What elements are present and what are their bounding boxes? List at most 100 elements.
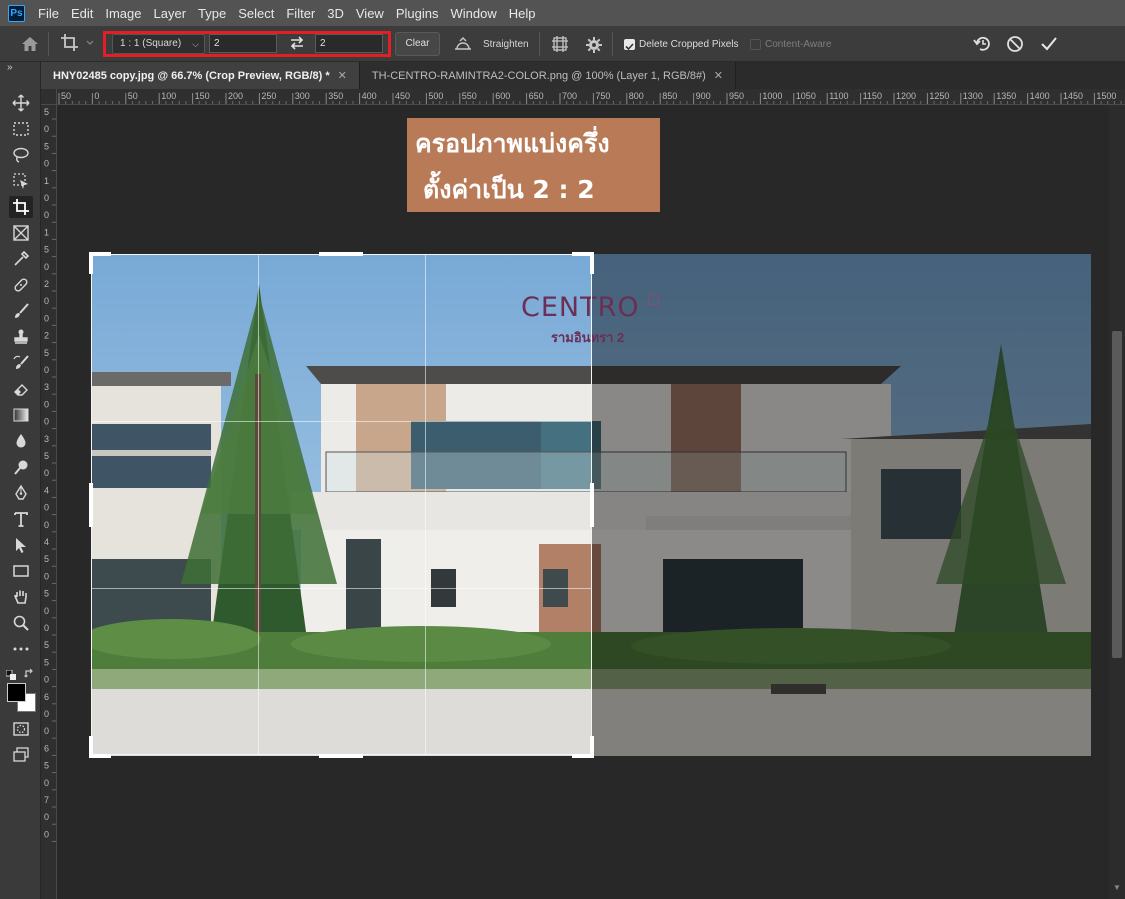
object-selection-tool-icon[interactable] <box>9 170 33 192</box>
ruler-label: 100 <box>161 91 176 101</box>
eyedropper-tool-icon[interactable] <box>9 248 33 270</box>
eraser-tool-icon[interactable] <box>9 378 33 400</box>
menu-plugins[interactable]: Plugins <box>396 6 439 21</box>
vertical-scrollbar[interactable]: ▼ <box>1109 105 1125 899</box>
straighten-icon[interactable] <box>453 36 473 52</box>
screen-mode-icon[interactable] <box>9 744 33 766</box>
menu-edit[interactable]: Edit <box>71 6 93 21</box>
scroll-down-arrow-icon[interactable]: ▼ <box>1113 883 1121 892</box>
reset-icon[interactable] <box>972 34 992 54</box>
ruler-label: 0 <box>44 193 49 203</box>
ruler-origin[interactable] <box>41 89 57 105</box>
pen-tool-icon[interactable] <box>9 482 33 504</box>
rectangle-tool-icon[interactable] <box>9 560 33 582</box>
home-icon[interactable] <box>20 35 40 53</box>
gear-icon[interactable] <box>585 36 603 54</box>
hand-tool-icon[interactable] <box>9 586 33 608</box>
ruler-vertical-ticks: 5 0 5 0 1 0 0 1 5 0 2 0 0 2 5 0 3 0 0 3 5 0 4 0 0 4 5 0 5 0 0 5 5 0 6 0 0 6 5 0… <box>44 107 56 842</box>
marquee-tool-icon[interactable] <box>9 118 33 140</box>
menu-type[interactable]: Type <box>198 6 226 21</box>
ruler-label: 1 <box>44 227 49 237</box>
tab-document-active[interactable]: HNY02485 copy.jpg @ 66.7% (Crop Preview,… <box>41 62 360 89</box>
path-selection-tool-icon[interactable] <box>9 534 33 556</box>
dodge-tool-icon[interactable] <box>9 456 33 478</box>
brush-tool-icon[interactable] <box>9 300 33 322</box>
crop-width-input[interactable]: 2 <box>209 34 277 53</box>
crop-handle-left[interactable] <box>89 483 93 527</box>
menu-select[interactable]: Select <box>238 6 274 21</box>
crop-handle-top-right[interactable] <box>590 252 594 274</box>
crop-tool-icon[interactable] <box>9 196 33 218</box>
ruler-label: 0 <box>44 313 49 323</box>
close-icon[interactable]: ✕ <box>338 69 347 82</box>
ruler-label: 0 <box>44 417 49 427</box>
menu-filter[interactable]: Filter <box>286 6 315 21</box>
menu-view[interactable]: View <box>356 6 384 21</box>
ruler-label: 50 <box>61 91 71 101</box>
annotation-line-1: ครอปภาพแบ่งครึ่ง <box>415 129 610 158</box>
swap-colors-icon[interactable] <box>24 666 35 678</box>
type-tool-icon[interactable] <box>9 508 33 530</box>
menu-3d[interactable]: 3D <box>327 6 344 21</box>
crop-handle-top[interactable] <box>319 252 363 256</box>
clear-button[interactable]: Clear <box>395 32 440 56</box>
crop-grid-line <box>92 588 591 589</box>
commit-check-icon[interactable] <box>1039 34 1059 54</box>
annotation-label: ครอปภาพแบ่งครึ่ง ตั้งค่าเป็น 2 : 2 <box>407 118 660 212</box>
move-tool-icon[interactable] <box>9 92 33 114</box>
blur-tool-icon[interactable] <box>9 430 33 452</box>
gradient-tool-icon[interactable] <box>9 404 33 426</box>
ruler-label: 1250 <box>929 91 949 101</box>
content-aware-label: Content-Aware <box>765 39 832 50</box>
delete-cropped-checkbox[interactable] <box>624 39 635 51</box>
cancel-icon[interactable] <box>1005 34 1025 54</box>
swap-icon[interactable] <box>288 33 306 53</box>
quick-mask-icon[interactable] <box>9 718 33 740</box>
frame-tool-icon[interactable] <box>9 222 33 244</box>
crop-handle-bottom-right[interactable] <box>590 736 594 758</box>
menu-bar: Ps File Edit Image Layer Type Select Fil… <box>0 0 1125 26</box>
lasso-tool-icon[interactable] <box>9 144 33 166</box>
crop-tool-preset-icon[interactable] <box>60 33 96 53</box>
photoshop-logo[interactable]: Ps <box>8 4 25 22</box>
crop-handle-right[interactable] <box>590 483 594 527</box>
foreground-color-swatch[interactable] <box>7 683 26 702</box>
ruler-label: 5 <box>44 761 49 771</box>
tab-label: HNY02485 copy.jpg @ 66.7% (Crop Preview,… <box>53 69 330 82</box>
collapse-panel-icon[interactable]: » <box>7 62 13 73</box>
tab-document-inactive[interactable]: TH-CENTRO-RAMINTRA2-COLOR.png @ 100% (La… <box>359 62 737 89</box>
crop-handle-bottom-left[interactable] <box>89 736 93 758</box>
default-colors-icon[interactable] <box>5 667 16 680</box>
content-aware-checkbox[interactable] <box>750 39 761 50</box>
menu-window[interactable]: Window <box>450 6 496 21</box>
ruler-label: 1100 <box>829 91 848 101</box>
history-brush-tool-icon[interactable] <box>9 352 33 374</box>
tools-panel: » <box>0 62 41 899</box>
crop-ratio-select[interactable]: 1 : 1 (Square) ⌵ <box>112 34 205 54</box>
ruler-label: 600 <box>495 91 510 101</box>
healing-brush-tool-icon[interactable] <box>9 274 33 296</box>
ruler-label: 0 <box>44 262 49 272</box>
crop-handle-bottom[interactable] <box>319 754 363 758</box>
menu-file[interactable]: File <box>38 6 59 21</box>
ruler-horizontal[interactable]: 50 0 50 100 150 200 250 300 350 400 450 500 550 600 65… <box>41 89 1125 105</box>
overlay-grid-icon[interactable] <box>551 35 569 53</box>
separator <box>539 32 540 56</box>
menu-help[interactable]: Help <box>509 6 536 21</box>
clone-stamp-tool-icon[interactable] <box>9 326 33 348</box>
close-icon[interactable]: ✕ <box>714 69 723 82</box>
zoom-tool-icon[interactable] <box>9 612 33 634</box>
menu-layer[interactable]: Layer <box>154 6 187 21</box>
crop-handle-top-left[interactable] <box>89 252 93 274</box>
crop-bounding-box[interactable] <box>91 254 592 755</box>
crop-height-input[interactable]: 2 <box>315 34 383 53</box>
ruler-label: 550 <box>462 91 477 101</box>
scrollbar-thumb[interactable] <box>1112 331 1122 658</box>
ruler-label: 450 <box>395 91 410 101</box>
straighten-label[interactable]: Straighten <box>483 39 529 50</box>
menu-image[interactable]: Image <box>105 6 141 21</box>
tab-label: TH-CENTRO-RAMINTRA2-COLOR.png @ 100% (La… <box>371 69 706 82</box>
ruler-vertical[interactable]: 5 0 5 0 1 0 0 1 5 0 2 0 0 2 5 0 3 0 0 3 5 0 4 0 0 4 5 0 5 0 0 5 5 0 6 0 0 6 5 0… <box>41 105 57 899</box>
ruler-label: 3 <box>44 382 49 392</box>
more-tools-icon[interactable] <box>9 638 33 660</box>
